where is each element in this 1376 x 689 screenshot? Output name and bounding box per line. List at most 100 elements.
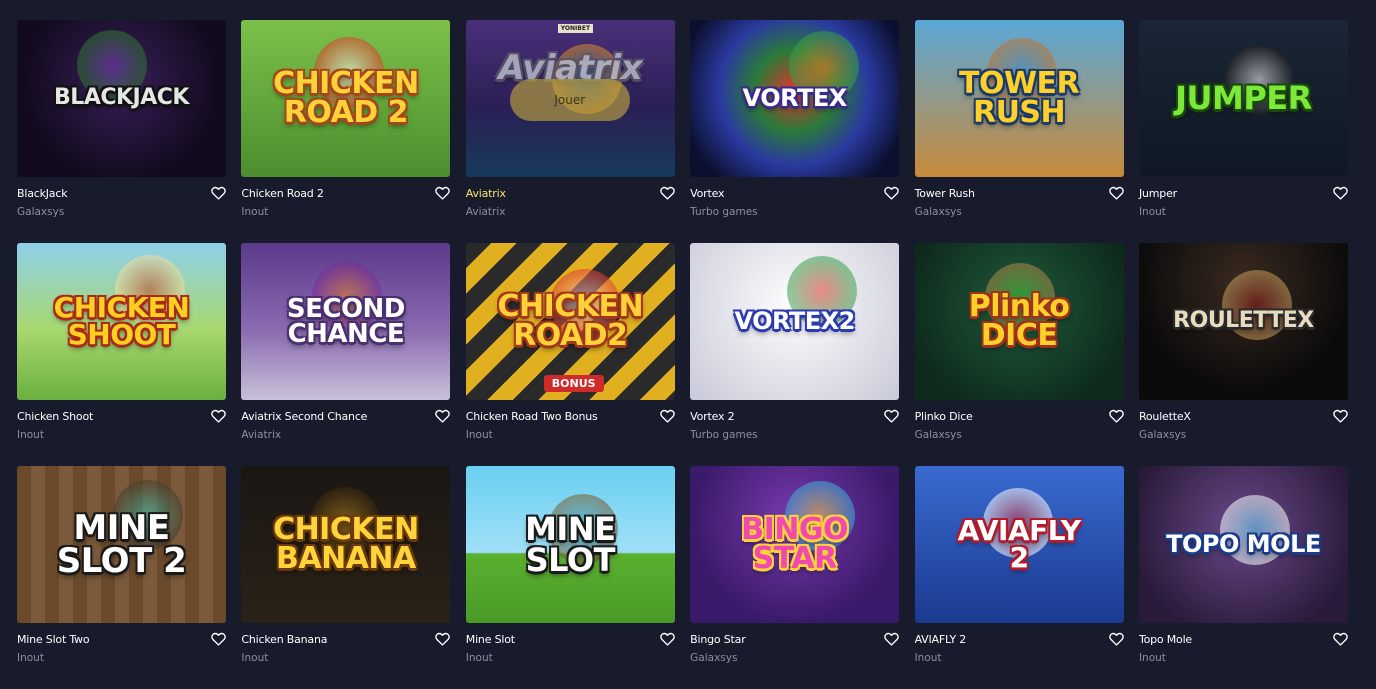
game-thumbnail[interactable]: SECOND CHANCE	[241, 243, 451, 400]
game-title[interactable]: Chicken Banana	[241, 633, 327, 646]
favorite-heart-icon[interactable]	[660, 409, 675, 423]
game-title[interactable]: AVIAFLY 2	[915, 633, 967, 646]
favorite-heart-icon[interactable]	[435, 186, 451, 200]
game-thumbnail[interactable]: CHICKEN BANANA	[241, 466, 451, 623]
game-thumbnail[interactable]: MINE SLOT	[465, 466, 675, 623]
game-card-roulettex[interactable]: ROULETTEX RouletteX Galaxsys	[1138, 243, 1348, 466]
game-title[interactable]: Jumper	[1139, 187, 1177, 200]
game-logo-text: VORTEX	[742, 84, 848, 113]
game-title[interactable]: Tower Rush	[915, 187, 975, 200]
game-card-vortex-2[interactable]: VORTEX2 Vortex 2 Turbo games	[690, 243, 900, 466]
game-provider[interactable]: Inout	[1139, 206, 1166, 218]
game-provider[interactable]: Inout	[915, 652, 942, 664]
game-provider[interactable]: Galaxsys	[915, 206, 962, 218]
game-logo-text: JUMPER	[1175, 79, 1312, 118]
game-thumbnail[interactable]: CHICKEN ROAD 2	[241, 20, 451, 177]
game-provider[interactable]: Aviatrix	[241, 429, 281, 441]
game-logo-text: CHICKEN ROAD2	[497, 289, 644, 353]
favorite-heart-icon[interactable]	[1108, 632, 1124, 646]
game-card-aviatrix[interactable]: YONIBET Aviatrix Jouer Aviatrix Aviatrix	[465, 20, 675, 243]
game-card-chicken-road-two-bonus[interactable]: CHICKEN ROAD2 BONUS Chicken Road Two Bonus…	[465, 243, 675, 466]
game-title[interactable]: BlackJack	[17, 187, 68, 200]
favorite-heart-icon[interactable]	[1333, 186, 1348, 200]
game-card-plinko-dice[interactable]: Plinko DICE Plinko Dice Galaxsys	[914, 243, 1124, 466]
game-card-topo-mole[interactable]: TOPO MOLE Topo Mole Inout	[1138, 466, 1348, 689]
game-title[interactable]: Mine Slot	[466, 633, 515, 646]
game-thumbnail[interactable]: CHICKEN SHOOT	[17, 243, 226, 400]
game-logo-text: TOWER RUSH	[958, 66, 1080, 130]
favorite-heart-icon[interactable]	[435, 632, 451, 646]
game-thumbnail[interactable]: CHICKEN ROAD2 BONUS	[465, 243, 675, 400]
game-grid: BLACKJACK BlackJack Galaxsys CHICKEN ROAD 2…	[17, 20, 1348, 689]
game-thumbnail[interactable]: BINGO STAR	[690, 466, 900, 623]
game-card-mine-slot-two[interactable]: MINE SLOT 2 Mine Slot Two Inout	[17, 466, 226, 689]
game-card-jumper[interactable]: JUMPER Jumper Inout	[1138, 20, 1348, 243]
game-title[interactable]: Vortex 2	[690, 410, 734, 423]
favorite-heart-icon[interactable]	[660, 186, 675, 200]
game-card-tower-rush[interactable]: TOWER RUSH Tower Rush Galaxsys	[914, 20, 1124, 243]
game-title[interactable]: Chicken Shoot	[17, 410, 93, 423]
game-thumbnail[interactable]: TOPO MOLE	[1138, 466, 1348, 623]
game-logo-text: ROULETTEX	[1173, 308, 1314, 334]
game-thumbnail[interactable]: VORTEX	[690, 20, 900, 177]
favorite-heart-icon[interactable]	[884, 186, 899, 200]
favorite-heart-icon[interactable]	[211, 632, 226, 646]
game-card-chicken-shoot[interactable]: CHICKEN SHOOT Chicken Shoot Inout	[17, 243, 226, 466]
game-provider[interactable]: Galaxsys	[915, 429, 962, 441]
game-title[interactable]: Chicken Road 2	[241, 187, 323, 200]
favorite-heart-icon[interactable]	[435, 409, 451, 423]
game-provider[interactable]: Galaxsys	[1139, 429, 1186, 441]
game-provider[interactable]: Inout	[241, 652, 268, 664]
game-thumbnail[interactable]: ROULETTEX	[1138, 243, 1348, 400]
game-provider[interactable]: Inout	[17, 652, 44, 664]
game-title[interactable]: Chicken Road Two Bonus	[466, 410, 598, 423]
game-thumbnail[interactable]: BLACKJACK	[17, 20, 226, 177]
game-provider[interactable]: Turbo games	[690, 206, 757, 218]
game-logo-text: MINE SLOT 2	[56, 508, 187, 581]
bonus-badge: BONUS	[543, 375, 604, 392]
favorite-heart-icon[interactable]	[884, 632, 899, 646]
game-provider[interactable]: Inout	[17, 429, 44, 441]
game-card-bingo-star[interactable]: BINGO STAR Bingo Star Galaxsys	[690, 466, 900, 689]
favorite-heart-icon[interactable]	[211, 186, 226, 200]
game-card-mine-slot[interactable]: MINE SLOT Mine Slot Inout	[465, 466, 675, 689]
game-provider[interactable]: Galaxsys	[690, 652, 737, 664]
game-thumbnail[interactable]: AVIAFLY 2	[914, 466, 1124, 623]
play-button[interactable]: Jouer	[509, 79, 630, 121]
game-title[interactable]: Aviatrix Second Chance	[241, 410, 367, 423]
favorite-heart-icon[interactable]	[884, 409, 899, 423]
favorite-heart-icon[interactable]	[1333, 409, 1348, 423]
game-card-chicken-road-2[interactable]: CHICKEN ROAD 2 Chicken Road 2 Inout	[241, 20, 451, 243]
game-title[interactable]: RouletteX	[1139, 410, 1191, 423]
game-thumbnail[interactable]: MINE SLOT 2	[17, 466, 226, 623]
game-card-aviatrix-second-chance[interactable]: SECOND CHANCE Aviatrix Second Chance Aviat…	[241, 243, 451, 466]
game-thumbnail[interactable]: Plinko DICE	[914, 243, 1124, 400]
game-title[interactable]: Vortex	[690, 187, 724, 200]
game-thumbnail[interactable]: YONIBET Aviatrix Jouer	[465, 20, 675, 177]
favorite-heart-icon[interactable]	[1333, 632, 1348, 646]
game-card-blackjack[interactable]: BLACKJACK BlackJack Galaxsys	[17, 20, 226, 243]
game-title[interactable]: Mine Slot Two	[17, 633, 90, 646]
favorite-heart-icon[interactable]	[660, 632, 675, 646]
game-title[interactable]: Bingo Star	[690, 633, 746, 646]
game-card-chicken-banana[interactable]: CHICKEN BANANA Chicken Banana Inout	[241, 466, 451, 689]
game-title[interactable]: Aviatrix	[466, 187, 506, 200]
favorite-heart-icon[interactable]	[211, 409, 226, 423]
game-card-aviafly-2[interactable]: AVIAFLY 2 AVIAFLY 2 Inout	[914, 466, 1124, 689]
game-thumbnail[interactable]: TOWER RUSH	[914, 20, 1124, 177]
favorite-heart-icon[interactable]	[1108, 409, 1124, 423]
game-thumbnail[interactable]: VORTEX2	[690, 243, 900, 400]
game-provider[interactable]: Inout	[466, 429, 493, 441]
game-thumbnail[interactable]: JUMPER	[1138, 20, 1348, 177]
game-provider[interactable]: Turbo games	[690, 429, 757, 441]
game-provider[interactable]: Aviatrix	[466, 206, 506, 218]
game-title[interactable]: Plinko Dice	[915, 410, 973, 423]
game-provider[interactable]: Inout	[466, 652, 493, 664]
game-card-vortex[interactable]: VORTEX Vortex Turbo games	[690, 20, 900, 243]
game-provider[interactable]: Galaxsys	[17, 206, 64, 218]
game-provider[interactable]: Inout	[1139, 652, 1166, 664]
game-title[interactable]: Topo Mole	[1139, 633, 1192, 646]
game-logo-text: BINGO STAR	[741, 512, 849, 576]
favorite-heart-icon[interactable]	[1108, 186, 1124, 200]
game-provider[interactable]: Inout	[241, 206, 268, 218]
